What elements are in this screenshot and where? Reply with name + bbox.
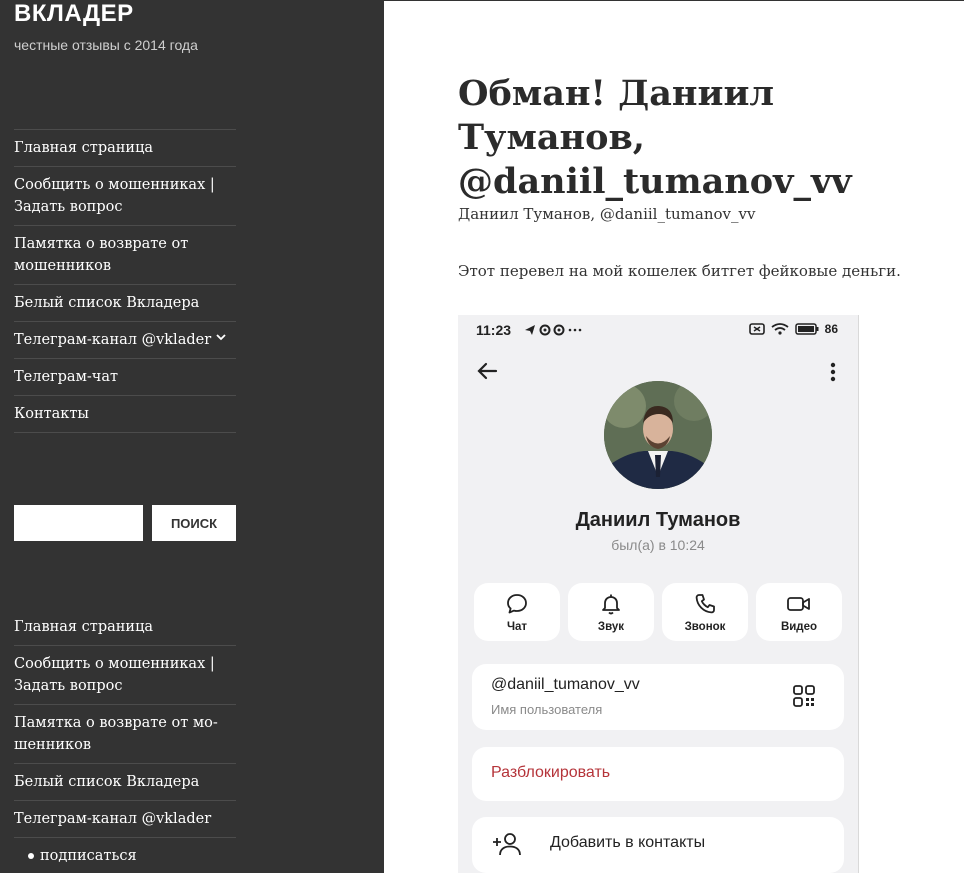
bullet-icon bbox=[28, 853, 34, 859]
menu-item-home[interactable]: Главная страница bbox=[14, 608, 236, 646]
username-label: Имя пользователя bbox=[491, 702, 603, 717]
phone-icon bbox=[695, 593, 715, 613]
chevron-down-icon[interactable] bbox=[216, 332, 226, 342]
chat-icon bbox=[507, 593, 527, 613]
menu-item-home[interactable]: Главная страница bbox=[14, 129, 236, 167]
sidebar: ВКЛАДЕР честные отзывы с 2014 года Главн… bbox=[0, 0, 384, 873]
footer-menu: Главная страница Сообщить о мошенниках |… bbox=[14, 608, 236, 873]
more-vertical-icon[interactable] bbox=[830, 362, 836, 387]
site-title[interactable]: ВКЛАДЕР bbox=[14, 0, 134, 28]
notification-icons bbox=[524, 323, 586, 341]
status-bar: 11:23 86 bbox=[458, 315, 858, 345]
divider bbox=[384, 0, 964, 1]
back-arrow-icon[interactable] bbox=[476, 362, 498, 385]
unblock-label: Разблокировать bbox=[491, 764, 611, 781]
menu-item-whitelist[interactable]: Белый список Вкладера bbox=[14, 285, 236, 322]
telegram-profile-screenshot: 11:23 86 Даниил Туманов был(а) в 10:24 Ч… bbox=[458, 315, 859, 873]
last-seen: был(а) в 10:24 bbox=[611, 537, 705, 553]
menu-item-memo[interactable]: Памятка о возврате от мошенников bbox=[14, 226, 236, 285]
menu-item-contacts[interactable]: Контакты bbox=[14, 396, 236, 433]
menu-item-telegram-channel[interactable]: Телеграм-канал @vklader bbox=[14, 322, 236, 359]
menu-item-telegram-channel[interactable]: Телеграм-канал @vklader bbox=[14, 801, 236, 838]
username-card[interactable]: @daniil_tumanov_vv Имя пользователя bbox=[472, 664, 844, 730]
chat-button[interactable]: Чат bbox=[474, 583, 560, 641]
battery-percent: 86 bbox=[824, 322, 838, 336]
unblock-button[interactable]: Разблокировать bbox=[472, 747, 844, 801]
main-menu: Главная страница Сообщить о мошенниках |… bbox=[14, 129, 236, 433]
post-title: Обман! Даниил Туманов, @daniil_tumanov_v… bbox=[458, 73, 852, 202]
profile-actions: Чат Звук Звонок Видео bbox=[474, 583, 842, 641]
video-button[interactable]: Видео bbox=[756, 583, 842, 641]
video-icon bbox=[787, 596, 810, 611]
site-description: честные отзывы с 2014 года bbox=[14, 37, 198, 53]
sim-icon bbox=[748, 323, 765, 335]
menu-item-telegram-chat[interactable]: Телеграм-чат bbox=[14, 359, 236, 396]
post-paragraph: Даниил Туманов, @daniil_tumanov_vv bbox=[458, 205, 756, 223]
profile-name: Даниил Туманов bbox=[575, 509, 741, 531]
battery-icon bbox=[794, 323, 819, 335]
qr-code-icon[interactable] bbox=[792, 684, 816, 713]
bell-icon bbox=[602, 594, 620, 614]
mute-button[interactable]: Звук bbox=[568, 583, 654, 641]
call-button[interactable]: Звонок bbox=[662, 583, 748, 641]
search-button[interactable]: ПОИСК bbox=[152, 505, 236, 541]
add-user-icon bbox=[492, 831, 522, 862]
avatar[interactable] bbox=[604, 381, 712, 489]
wifi-icon bbox=[771, 323, 789, 335]
add-contact-label: Добавить в контакты bbox=[550, 834, 706, 851]
post-paragraph: Этот перевел на мой кошелек битгет фейко… bbox=[458, 262, 901, 280]
menu-item-whitelist[interactable]: Белый список Вкладера bbox=[14, 764, 236, 801]
menu-item-report[interactable]: Сообщить о мошенниках | Задать вопрос bbox=[14, 167, 236, 226]
add-contact-button[interactable]: Добавить в контакты bbox=[472, 817, 844, 873]
status-time: 11:23 bbox=[476, 322, 512, 338]
menu-item-memo[interactable]: Памятка о возврате от мо-шенников bbox=[14, 705, 236, 764]
system-icons: 86 bbox=[748, 322, 838, 336]
username: @daniil_tumanov_vv bbox=[491, 676, 640, 693]
menu-item-subscribe[interactable]: подписаться bbox=[14, 838, 236, 873]
search-input[interactable] bbox=[14, 505, 143, 541]
menu-item-report[interactable]: Сообщить о мошенниках | Задать вопрос bbox=[14, 646, 236, 705]
